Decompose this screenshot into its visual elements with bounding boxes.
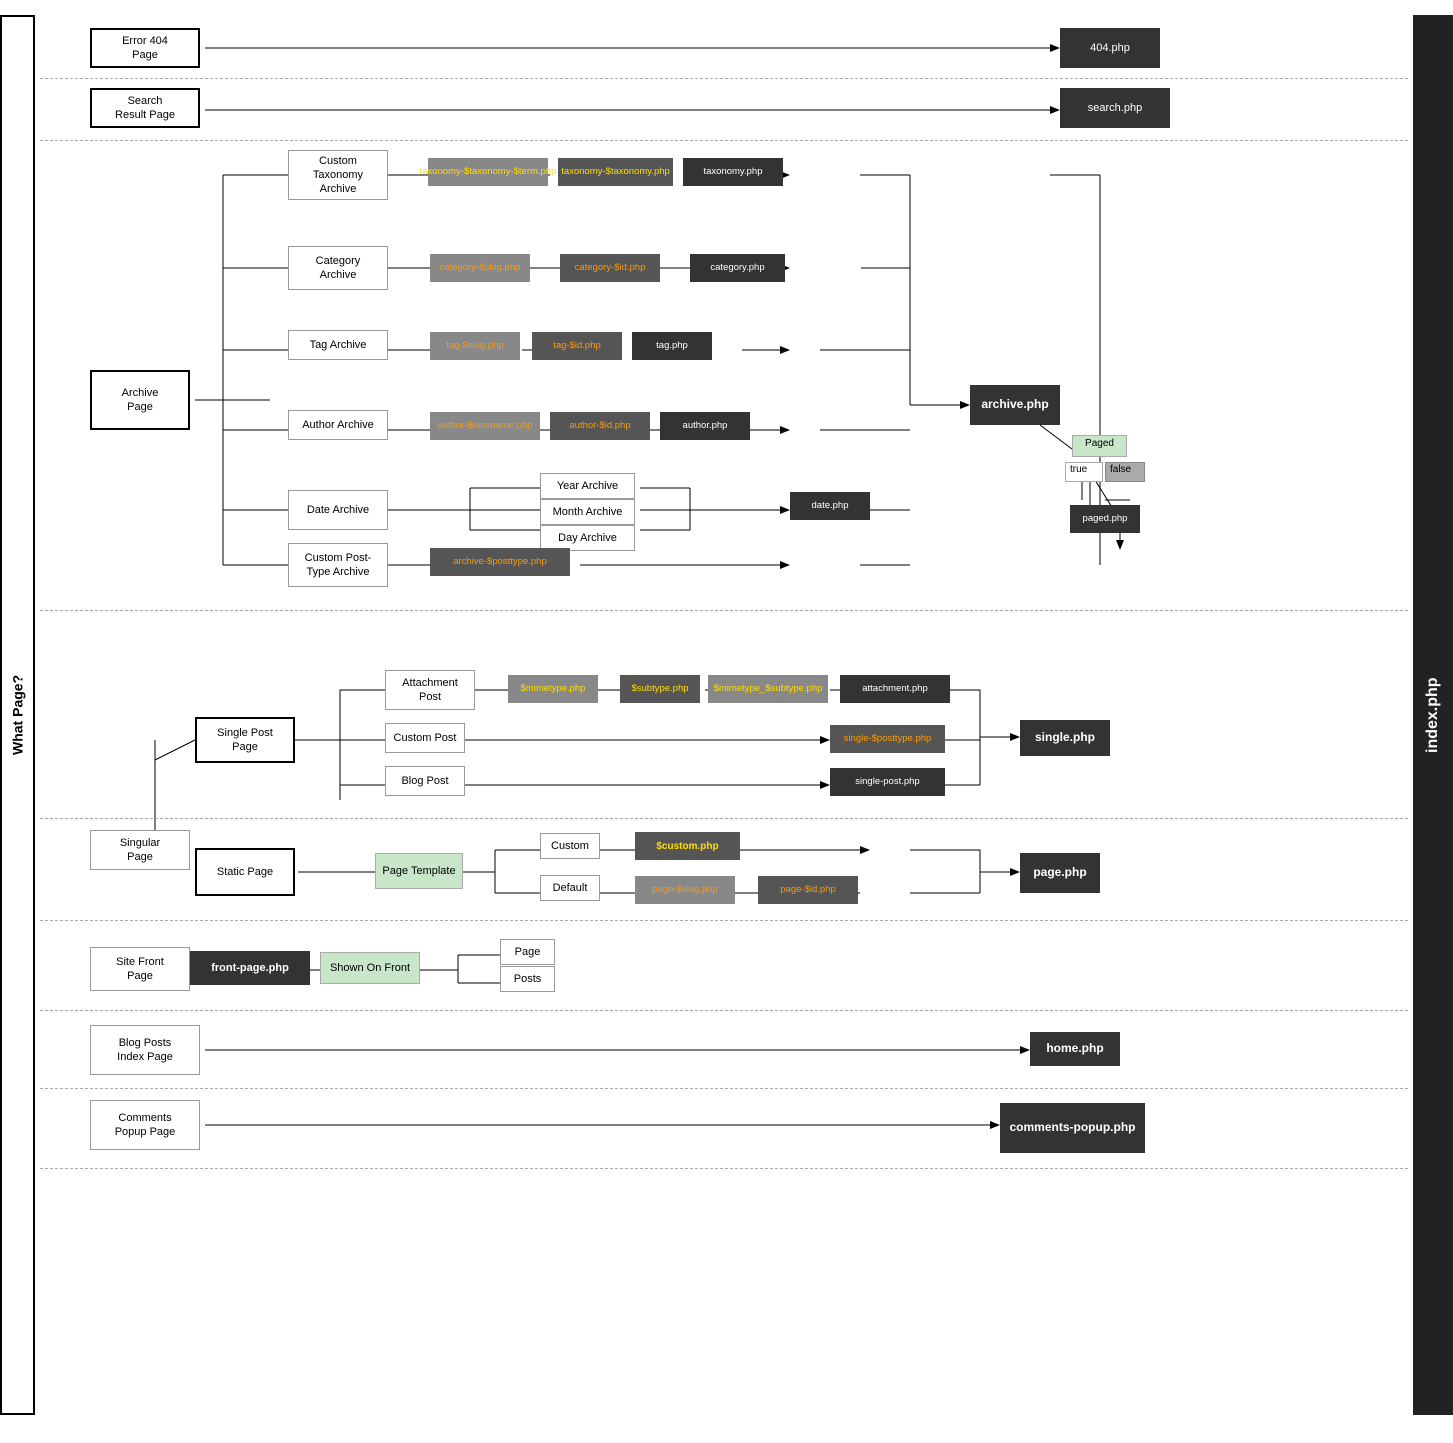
error-404-file: 404.php [1060,28,1160,68]
sep3 [40,610,1408,611]
paged-php-file: paged.php [1070,505,1140,533]
tag-archive-box: Tag Archive [288,330,388,360]
custom-node: Custom [540,833,600,859]
sep1 [40,78,1408,79]
search-file: search.php [1060,88,1170,128]
single-post-page-box: Single PostPage [195,717,295,763]
archive-posttype-file: archive-$posttype.php [430,548,570,576]
category-archive-box: CategoryArchive [288,246,388,290]
error-404-box: Error 404Page [90,28,200,68]
home-php-file: home.php [1030,1032,1120,1066]
front-page-php-file: front-page.php [190,951,310,985]
single-post-file: single-post.php [830,768,945,796]
category-slug-file: category-$slug.php [430,254,530,282]
tag-id-file: tag-$id.php [532,332,622,360]
single-php-file: single.php [1020,720,1110,756]
custom-php-file: $custom.php [635,832,740,860]
shown-on-front-box: Shown On Front [320,952,420,984]
taxonomy-file: taxonomy.php [683,158,783,186]
date-archive-box: Date Archive [288,490,388,530]
archive-page-box: ArchivePage [90,370,190,430]
index-php-label: index.php [1413,15,1453,1415]
attachment-file: attachment.php [840,675,950,703]
page-php-file: page.php [1020,853,1100,893]
custom-taxonomy-box: CustomTaxonomyArchive [288,150,388,200]
page-template-box: Page Template [375,853,463,889]
tag-slug-file: tag-$slug.php [430,332,520,360]
what-page-label: What Page? [0,15,35,1415]
category-id-file: category-$id.php [560,254,660,282]
site-front-page-box: Site FrontPage [90,947,190,991]
custom-post-box: Custom Post [385,723,465,753]
month-archive-box: Month Archive [540,499,635,525]
subtype-file: $subtype.php [620,675,700,703]
blog-posts-index-box: Blog PostsIndex Page [90,1025,200,1075]
sep7 [40,1088,1408,1089]
tag-file: tag.php [632,332,712,360]
paged-true: true [1065,462,1103,482]
author-file: author.php [660,412,750,440]
front-page-node: Page [500,939,555,965]
taxonomy-slug-term-file: taxonomy-$taxonomy-$term.php [428,158,548,186]
search-result-box: SearchResult Page [90,88,200,128]
default-node: Default [540,875,600,901]
mimetype-subtype-file: $mimetype_$subtype.php [708,675,828,703]
sep5 [40,920,1408,921]
paged-box: Paged [1072,435,1127,457]
page-id-file: page-$id.php [758,876,858,904]
singular-page-box: SingularPage [90,830,190,870]
custom-post-type-archive-box: Custom Post-Type Archive [288,543,388,587]
attachment-post-box: AttachmentPost [385,670,475,710]
category-file: category.php [690,254,785,282]
diagram-area: Error 404Page 404.php SearchResult Page … [40,10,1408,1433]
author-id-file: author-$id.php [550,412,650,440]
mimetype-file: $mimetype.php [508,675,598,703]
date-file: date.php [790,492,870,520]
author-nicename-file: author-$nicename.php [430,412,540,440]
blog-post-box: Blog Post [385,766,465,796]
taxonomy-slug-file: taxonomy-$taxonomy.php [558,158,673,186]
archive-php-file: archive.php [970,385,1060,425]
single-posttype-file: single-$posttype.php [830,725,945,753]
front-posts-node: Posts [500,966,555,992]
static-page-box: Static Page [195,848,295,896]
author-archive-box: Author Archive [288,410,388,440]
page-slug-file: page-$slug.php [635,876,735,904]
sep8 [40,1168,1408,1169]
sep4 [40,818,1408,819]
comments-popup-box: CommentsPopup Page [90,1100,200,1150]
year-archive-box: Year Archive [540,473,635,499]
paged-false: false [1105,462,1145,482]
sep2 [40,140,1408,141]
comments-popup-php-file: comments-popup.php [1000,1103,1145,1153]
sep6 [40,1010,1408,1011]
